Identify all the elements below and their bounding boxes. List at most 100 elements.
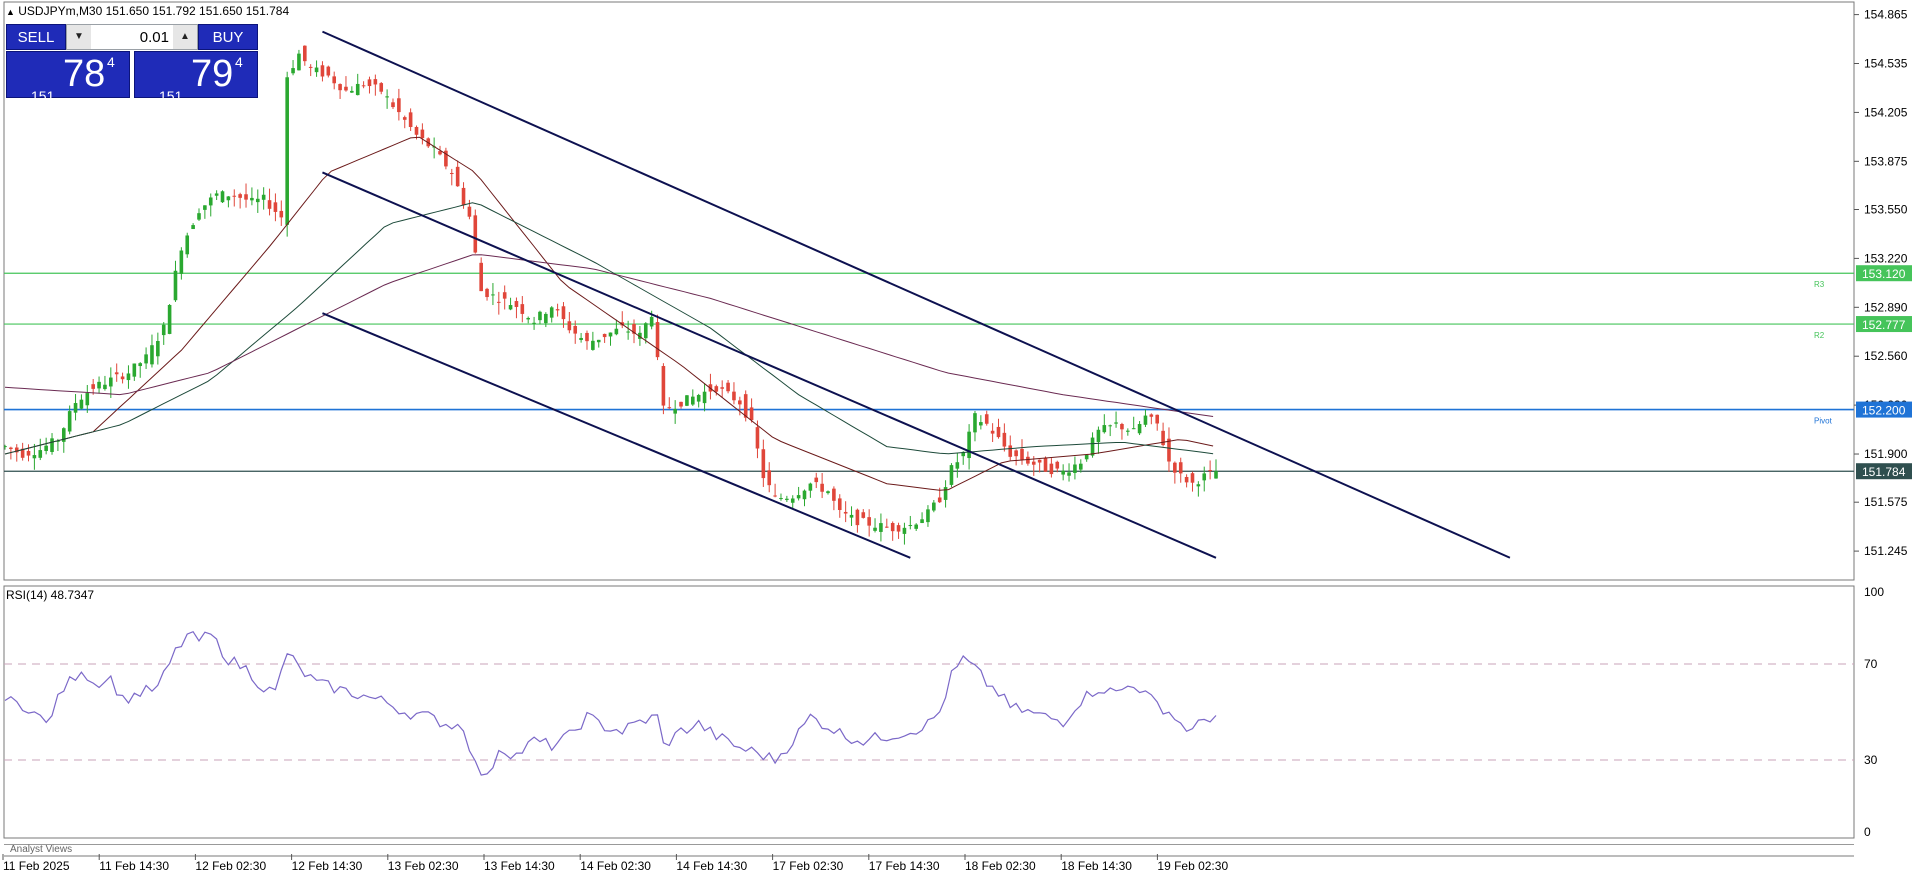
candle-body [626, 331, 630, 333]
candle-body [473, 215, 478, 253]
y-tick-label: 152.890 [1864, 300, 1908, 314]
candle-body [1126, 430, 1130, 432]
candle-body [50, 438, 54, 452]
candle-body [1084, 454, 1089, 460]
y-tick-label: 154.205 [1864, 105, 1908, 119]
candle-body [884, 526, 889, 528]
candle-body [943, 487, 948, 500]
candle-body [279, 210, 284, 218]
level-tag-2: 152.200 [1862, 404, 1906, 418]
candle-body [861, 512, 866, 518]
buy-button[interactable]: BUY [198, 24, 258, 50]
candle-body [44, 445, 48, 452]
lot-increase-icon[interactable]: ▲ [173, 25, 197, 49]
y-tick-label: 153.550 [1864, 202, 1908, 216]
candle-body [156, 341, 160, 357]
y-tick-label: 151.245 [1864, 544, 1908, 558]
candle-body [414, 126, 419, 135]
y-tick-label: 153.875 [1864, 154, 1908, 168]
level-name-2: Pivot [1814, 417, 1833, 426]
candle-body [1173, 462, 1177, 473]
candle-body [1043, 457, 1048, 472]
candle-body [1096, 429, 1101, 443]
candle-body [85, 393, 90, 406]
candle-body [567, 321, 572, 331]
candle-body [267, 200, 272, 209]
candle-body [291, 68, 295, 74]
candle-body [238, 194, 242, 198]
candle-body [1131, 428, 1136, 430]
candle-body [109, 377, 113, 387]
trading-chart[interactable]: 154.865 154.535 154.205 153.875 153.550 153.2… [0, 0, 1916, 874]
candle-body [826, 491, 830, 494]
candle-body [714, 386, 719, 392]
lot-decrease-icon[interactable]: ▼ [67, 25, 91, 49]
candle-body [179, 250, 184, 274]
candle-body [1061, 470, 1065, 475]
candle-body [191, 225, 195, 230]
candle-body [591, 340, 595, 350]
candle-body [732, 391, 736, 401]
candle-body [738, 400, 742, 405]
candle-body [314, 67, 319, 73]
candle-body [849, 514, 854, 518]
candle-body [767, 470, 772, 486]
candle-body [150, 345, 154, 365]
rsi-title: RSI(14) 48.7347 [6, 588, 95, 602]
candle-body [661, 366, 666, 406]
candle-body [397, 98, 401, 113]
x-tick-label: 12 Feb 02:30 [195, 859, 266, 873]
candle-body [932, 502, 936, 511]
candle-body [920, 519, 924, 524]
candle-body [532, 322, 536, 324]
candle-body [379, 83, 384, 92]
candle-body [285, 77, 289, 225]
candle-body [837, 498, 842, 510]
candle-body [1067, 472, 1071, 476]
candle-body [203, 205, 207, 210]
candle-body [1049, 463, 1054, 475]
candle-body [1143, 415, 1148, 425]
candle-body [320, 65, 325, 77]
candle-body [779, 498, 783, 500]
x-tick-label: 17 Feb 14:30 [869, 859, 940, 873]
candle-body [1137, 424, 1142, 434]
candle-body [984, 414, 989, 424]
level-tag-1: 152.777 [1862, 318, 1906, 332]
candle-body [579, 337, 583, 340]
candle-body [549, 307, 554, 318]
candle-body [1202, 473, 1207, 481]
candle-body [373, 79, 378, 85]
candle-body [338, 84, 342, 91]
candle-body [485, 288, 489, 298]
candle-body [244, 194, 248, 200]
buy-price-main: 79 [191, 53, 234, 95]
candle-body [255, 198, 260, 203]
candle-body [385, 96, 389, 98]
candle-body [691, 396, 695, 405]
candle-body [696, 394, 701, 402]
candle-body [926, 509, 930, 523]
level-name-0: R3 [1814, 280, 1825, 289]
candle-body [344, 86, 348, 91]
candle-body [855, 509, 860, 526]
candle-body [1026, 456, 1030, 464]
x-tick-label: 11 Feb 14:30 [99, 859, 169, 873]
candle-body [491, 294, 495, 296]
symbol-info-text: USDJPYm,M30 151.650 151.792 151.650 151.… [18, 4, 290, 18]
x-tick-label: 14 Feb 14:30 [676, 859, 747, 873]
candle-body [1002, 432, 1007, 447]
sell-button[interactable]: SELL [6, 24, 66, 50]
candle-body [326, 66, 331, 76]
rsi-tick-label: 70 [1864, 657, 1878, 671]
candle-body [526, 317, 530, 320]
candle-body [502, 292, 507, 299]
analyst-views-tab[interactable]: Analyst Views [10, 844, 72, 855]
collapse-triangle-icon[interactable]: ▲ [6, 7, 15, 17]
lot-size-input[interactable] [91, 25, 173, 49]
sell-price-box[interactable]: 151 78 4 [6, 51, 130, 104]
buy-price-box[interactable]: 151 79 4 [134, 51, 258, 104]
candle-body [867, 517, 871, 526]
candle-body [132, 363, 137, 377]
candle-body [1208, 470, 1212, 472]
